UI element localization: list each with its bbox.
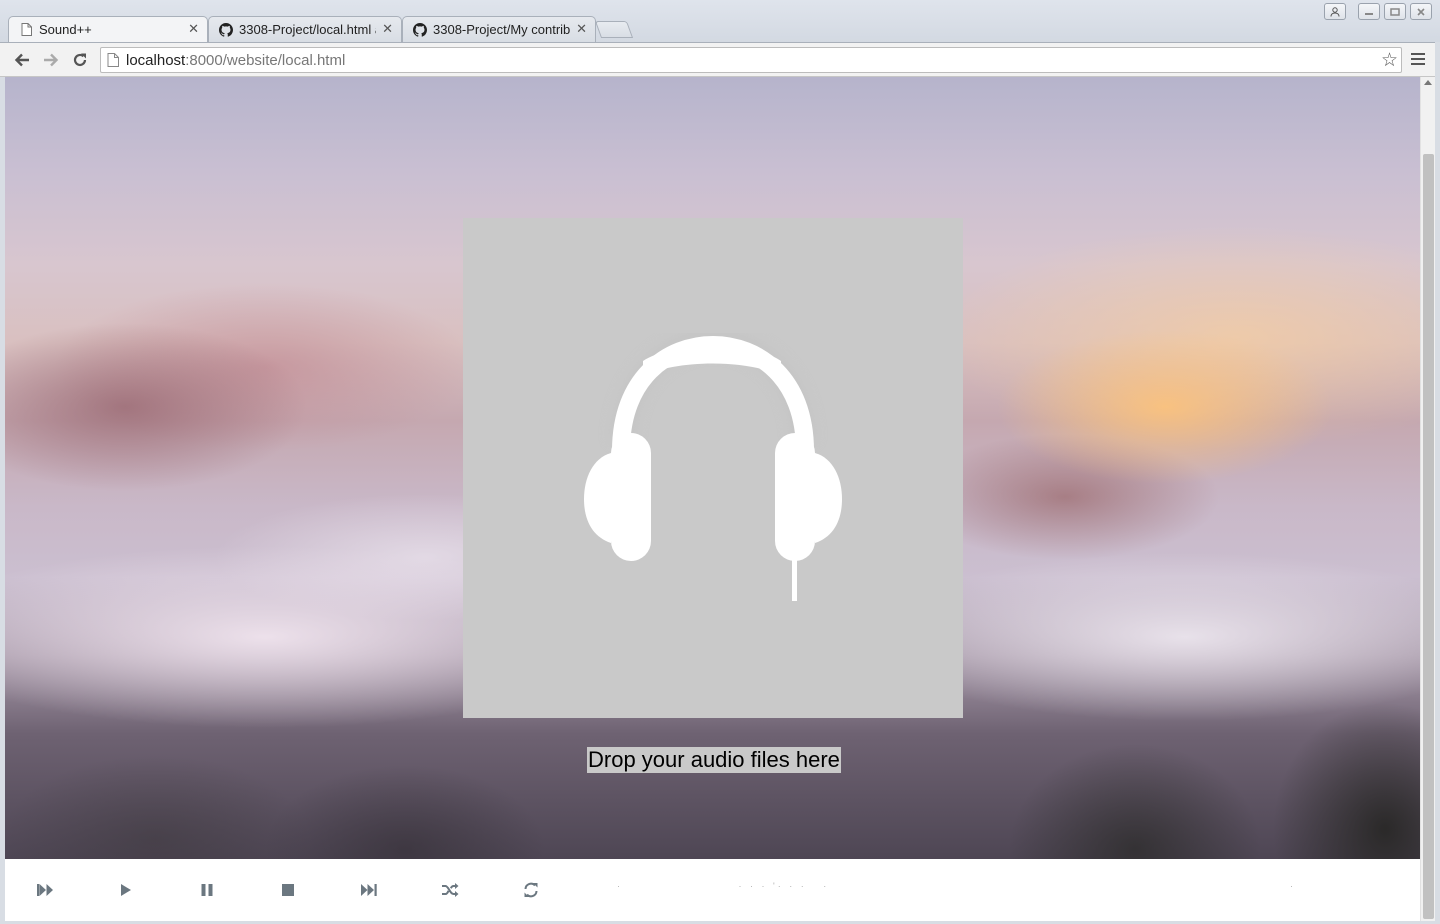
scrollbar-thumb[interactable] bbox=[1423, 154, 1434, 919]
bookmark-star-icon[interactable]: ☆ bbox=[1381, 49, 1398, 71]
stop-button[interactable] bbox=[276, 879, 300, 901]
maximize-icon[interactable] bbox=[1384, 3, 1406, 20]
browser-titlebar: Sound++ ✕ 3308-Project/local.html a ✕ 33… bbox=[0, 0, 1440, 42]
close-window-icon[interactable] bbox=[1410, 3, 1432, 20]
next-button[interactable] bbox=[357, 879, 381, 901]
back-arrow-icon bbox=[14, 53, 29, 67]
drop-instruction-label: Drop your audio files here bbox=[587, 747, 841, 773]
repeat-icon bbox=[524, 882, 538, 898]
next-icon bbox=[361, 884, 377, 896]
window-frame bbox=[1435, 42, 1440, 924]
close-icon[interactable]: ✕ bbox=[188, 22, 199, 37]
tab-title: 3308-Project/My contrib bbox=[433, 22, 571, 37]
pause-icon bbox=[201, 884, 213, 896]
previous-icon bbox=[37, 884, 53, 896]
headphones-icon bbox=[584, 333, 842, 601]
track-time-hidden: · bbox=[1290, 881, 1296, 891]
scroll-up-icon[interactable] bbox=[1424, 80, 1432, 85]
player-bar: · · · · '· · · · · bbox=[5, 859, 1420, 921]
github-icon bbox=[413, 22, 427, 37]
window-frame bbox=[0, 77, 5, 924]
back-button[interactable] bbox=[10, 48, 34, 72]
shuffle-icon bbox=[442, 883, 459, 897]
browser-toolbar: localhost:8000/website/local.html ☆ bbox=[0, 42, 1440, 77]
previous-button[interactable] bbox=[33, 879, 57, 901]
tab-github-local[interactable]: 3308-Project/local.html a ✕ bbox=[208, 16, 402, 42]
forward-arrow-icon bbox=[44, 53, 59, 67]
new-tab-button[interactable] bbox=[594, 21, 634, 38]
page-viewport: Drop your audio files here · · · · '· · … bbox=[5, 77, 1420, 921]
page-icon bbox=[107, 53, 119, 67]
forward-button[interactable] bbox=[39, 48, 63, 72]
page-icon bbox=[19, 23, 33, 37]
tab-sound[interactable]: Sound++ ✕ bbox=[8, 16, 208, 42]
pause-button[interactable] bbox=[195, 879, 219, 901]
minimize-icon[interactable] bbox=[1358, 3, 1380, 20]
stop-icon bbox=[282, 884, 294, 896]
profile-icon[interactable] bbox=[1324, 3, 1346, 20]
shuffle-button[interactable] bbox=[438, 879, 462, 901]
repeat-button[interactable] bbox=[519, 879, 543, 901]
close-icon[interactable]: ✕ bbox=[576, 22, 587, 37]
vertical-scrollbar[interactable] bbox=[1420, 77, 1435, 921]
reload-button[interactable] bbox=[68, 48, 92, 72]
hamburger-menu-icon[interactable] bbox=[1409, 51, 1427, 69]
tab-title: 3308-Project/local.html a bbox=[239, 22, 377, 37]
window-controls bbox=[1324, 3, 1432, 20]
url-path: :8000/website/local.html bbox=[185, 51, 346, 69]
audio-dropzone[interactable] bbox=[463, 218, 963, 718]
track-info-hidden: · · · · '· · · · bbox=[617, 881, 830, 891]
close-icon[interactable]: ✕ bbox=[382, 22, 393, 37]
github-icon bbox=[219, 22, 233, 37]
reload-icon bbox=[73, 53, 87, 67]
tab-title: Sound++ bbox=[39, 22, 92, 37]
play-icon bbox=[121, 884, 131, 896]
url-host: localhost bbox=[126, 51, 186, 69]
address-bar[interactable]: localhost:8000/website/local.html ☆ bbox=[100, 47, 1402, 73]
play-button[interactable] bbox=[114, 879, 138, 901]
tab-github-contrib[interactable]: 3308-Project/My contrib ✕ bbox=[402, 16, 596, 42]
